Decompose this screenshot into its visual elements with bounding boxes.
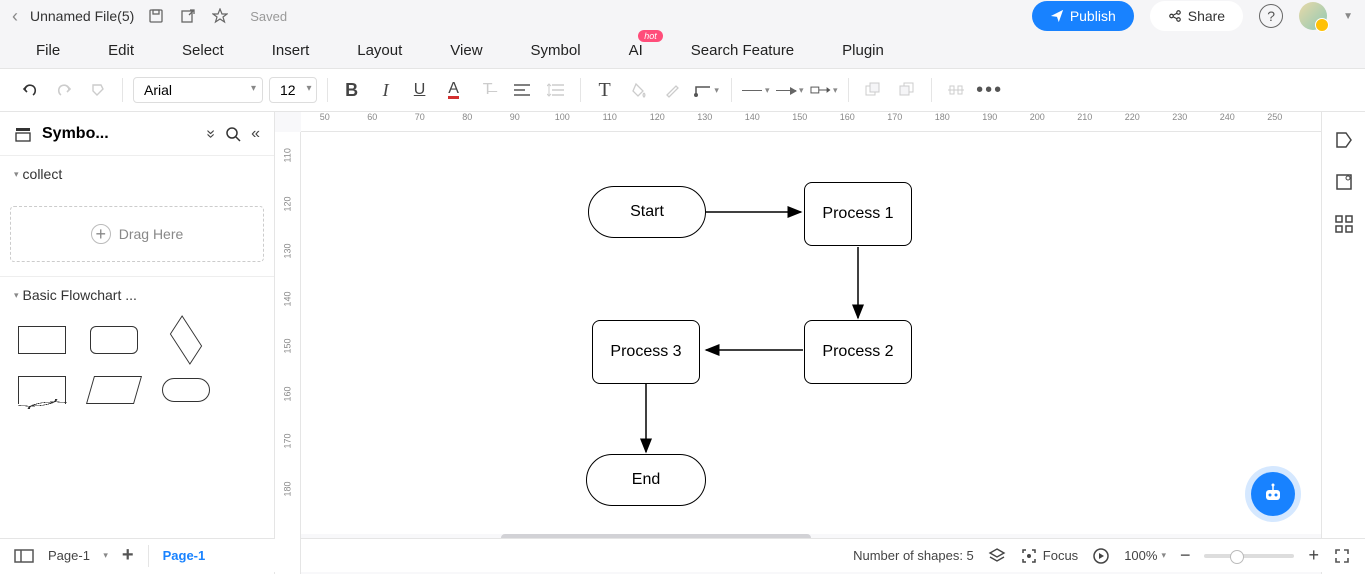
help-button[interactable]: ?: [1259, 4, 1283, 28]
menu-view[interactable]: View: [426, 36, 506, 65]
share-icon: [1168, 9, 1182, 23]
back-icon[interactable]: ‹: [12, 6, 18, 27]
zoom-out-button[interactable]: −: [1180, 545, 1191, 566]
shape-document[interactable]: [14, 373, 70, 407]
menu-plugin[interactable]: Plugin: [818, 36, 908, 65]
arrow-style-button[interactable]: ▾: [776, 76, 804, 104]
theme-icon[interactable]: [1332, 128, 1356, 152]
page-select[interactable]: Page-1: [48, 548, 108, 563]
main-area: Symbo... » « collect + Drag Here Basic F…: [0, 112, 1365, 574]
menu-file[interactable]: File: [12, 36, 84, 65]
hot-badge: hot: [638, 30, 663, 42]
shape-process-1[interactable]: Process 1: [804, 182, 912, 246]
font-color-button[interactable]: A: [440, 76, 468, 104]
ruler-vertical[interactable]: 110120130140150160170180: [275, 132, 301, 574]
menu-ai[interactable]: AI hot: [605, 36, 667, 65]
align-button[interactable]: [508, 76, 536, 104]
saved-status: Saved: [250, 9, 287, 24]
save-icon[interactable]: [146, 6, 166, 26]
fill-color-button[interactable]: [625, 76, 653, 104]
menu-layout[interactable]: Layout: [333, 36, 426, 65]
settings-icon[interactable]: [1332, 170, 1356, 194]
focus-button[interactable]: Focus: [1020, 547, 1078, 565]
sidebar-title: Symbo...: [42, 125, 196, 143]
shape-rectangle[interactable]: [14, 323, 70, 357]
ruler-horizontal[interactable]: 5060708090100110120130140150160170180190…: [301, 112, 1321, 132]
shape-pill[interactable]: [158, 373, 214, 407]
robot-icon: [1261, 482, 1285, 506]
plus-icon: +: [91, 224, 111, 244]
italic-button[interactable]: I: [372, 76, 400, 104]
menu-insert[interactable]: Insert: [248, 36, 334, 65]
section-collect[interactable]: collect: [14, 166, 260, 182]
zoom-level[interactable]: 100%▾: [1124, 548, 1166, 563]
expand-icon[interactable]: »: [202, 129, 220, 138]
bottom-bar: Page-1 + Page-1 Number of shapes: 5 Focu…: [0, 538, 1365, 572]
fullscreen-button[interactable]: [1333, 547, 1351, 565]
drag-here-box[interactable]: + Drag Here: [10, 206, 264, 262]
shape-parallelogram[interactable]: [86, 373, 142, 407]
send-back-button[interactable]: [893, 76, 921, 104]
layers-button[interactable]: [988, 547, 1006, 565]
focus-icon: [1020, 547, 1038, 565]
line-style-button[interactable]: ▾: [742, 76, 770, 104]
menu-edit[interactable]: Edit: [84, 36, 158, 65]
underline-button[interactable]: U: [406, 76, 434, 104]
shape-diamond[interactable]: [158, 323, 214, 357]
text-tool-button[interactable]: T: [591, 76, 619, 104]
sidebar-header: Symbo... » «: [0, 112, 274, 156]
zoom-in-button[interactable]: +: [1308, 545, 1319, 566]
shape-process-2[interactable]: Process 2: [804, 320, 912, 384]
sidebar-left: Symbo... » « collect + Drag Here Basic F…: [0, 112, 275, 574]
share-button[interactable]: Share: [1150, 1, 1243, 31]
canvas[interactable]: Start Process 1 Process 2 Process 3 End: [301, 132, 1321, 534]
sidebar-right: [1321, 112, 1365, 574]
shape-start[interactable]: Start: [588, 186, 706, 238]
undo-button[interactable]: [16, 76, 44, 104]
bold-button[interactable]: B: [338, 76, 366, 104]
user-avatar[interactable]: [1299, 2, 1327, 30]
menu-select[interactable]: Select: [158, 36, 248, 65]
zoom-slider[interactable]: [1204, 554, 1294, 558]
page-panel-icon[interactable]: [14, 549, 34, 563]
distribute-button[interactable]: [942, 76, 970, 104]
export-icon[interactable]: [178, 6, 198, 26]
bring-front-button[interactable]: [859, 76, 887, 104]
highlight-button[interactable]: [659, 76, 687, 104]
add-page-button[interactable]: +: [122, 544, 134, 567]
canvas-wrap: 5060708090100110120130140150160170180190…: [275, 112, 1321, 574]
endpoint-button[interactable]: ▾: [810, 76, 838, 104]
format-painter-button[interactable]: [84, 76, 112, 104]
publish-icon: [1050, 9, 1064, 23]
more-tools-button[interactable]: •••: [976, 76, 1004, 104]
font-family-select[interactable]: Arial: [133, 77, 263, 103]
menu-symbol[interactable]: Symbol: [507, 36, 605, 65]
library-icon[interactable]: [14, 125, 32, 143]
shape-count-label: Number of shapes: 5: [853, 548, 974, 563]
section-basic-flowchart[interactable]: Basic Flowchart ...: [14, 287, 260, 303]
presentation-button[interactable]: [1092, 547, 1110, 565]
grid-icon[interactable]: [1332, 212, 1356, 236]
shape-palette: [0, 313, 274, 417]
font-size-select[interactable]: 12: [269, 77, 317, 103]
publish-button[interactable]: Publish: [1032, 1, 1134, 31]
redo-button[interactable]: [50, 76, 78, 104]
collapse-icon[interactable]: «: [251, 125, 260, 143]
shape-process-3[interactable]: Process 3: [592, 320, 700, 384]
assistant-button[interactable]: [1251, 472, 1295, 516]
line-spacing-button[interactable]: [542, 76, 570, 104]
menu-search-feature[interactable]: Search Feature: [667, 36, 818, 65]
toolbar: Arial 12 B I U A T̶ T ▾ ▾ ▾ ▾ •••: [0, 68, 1365, 112]
avatar-dropdown-icon[interactable]: ▼: [1343, 11, 1353, 22]
star-icon[interactable]: [210, 6, 230, 26]
shape-end[interactable]: End: [586, 454, 706, 506]
strikethrough-button[interactable]: T̶: [474, 76, 502, 104]
shape-rounded-rectangle[interactable]: [86, 323, 142, 357]
connector-button[interactable]: ▾: [693, 76, 721, 104]
menu-bar: File Edit Select Insert Layout View Symb…: [0, 32, 1365, 68]
file-name[interactable]: Unnamed File(5): [30, 8, 134, 24]
title-bar: ‹ Unnamed File(5) Saved Publish Share ? …: [0, 0, 1365, 32]
search-icon[interactable]: [225, 126, 241, 142]
page-tab-1[interactable]: Page-1: [163, 548, 206, 563]
